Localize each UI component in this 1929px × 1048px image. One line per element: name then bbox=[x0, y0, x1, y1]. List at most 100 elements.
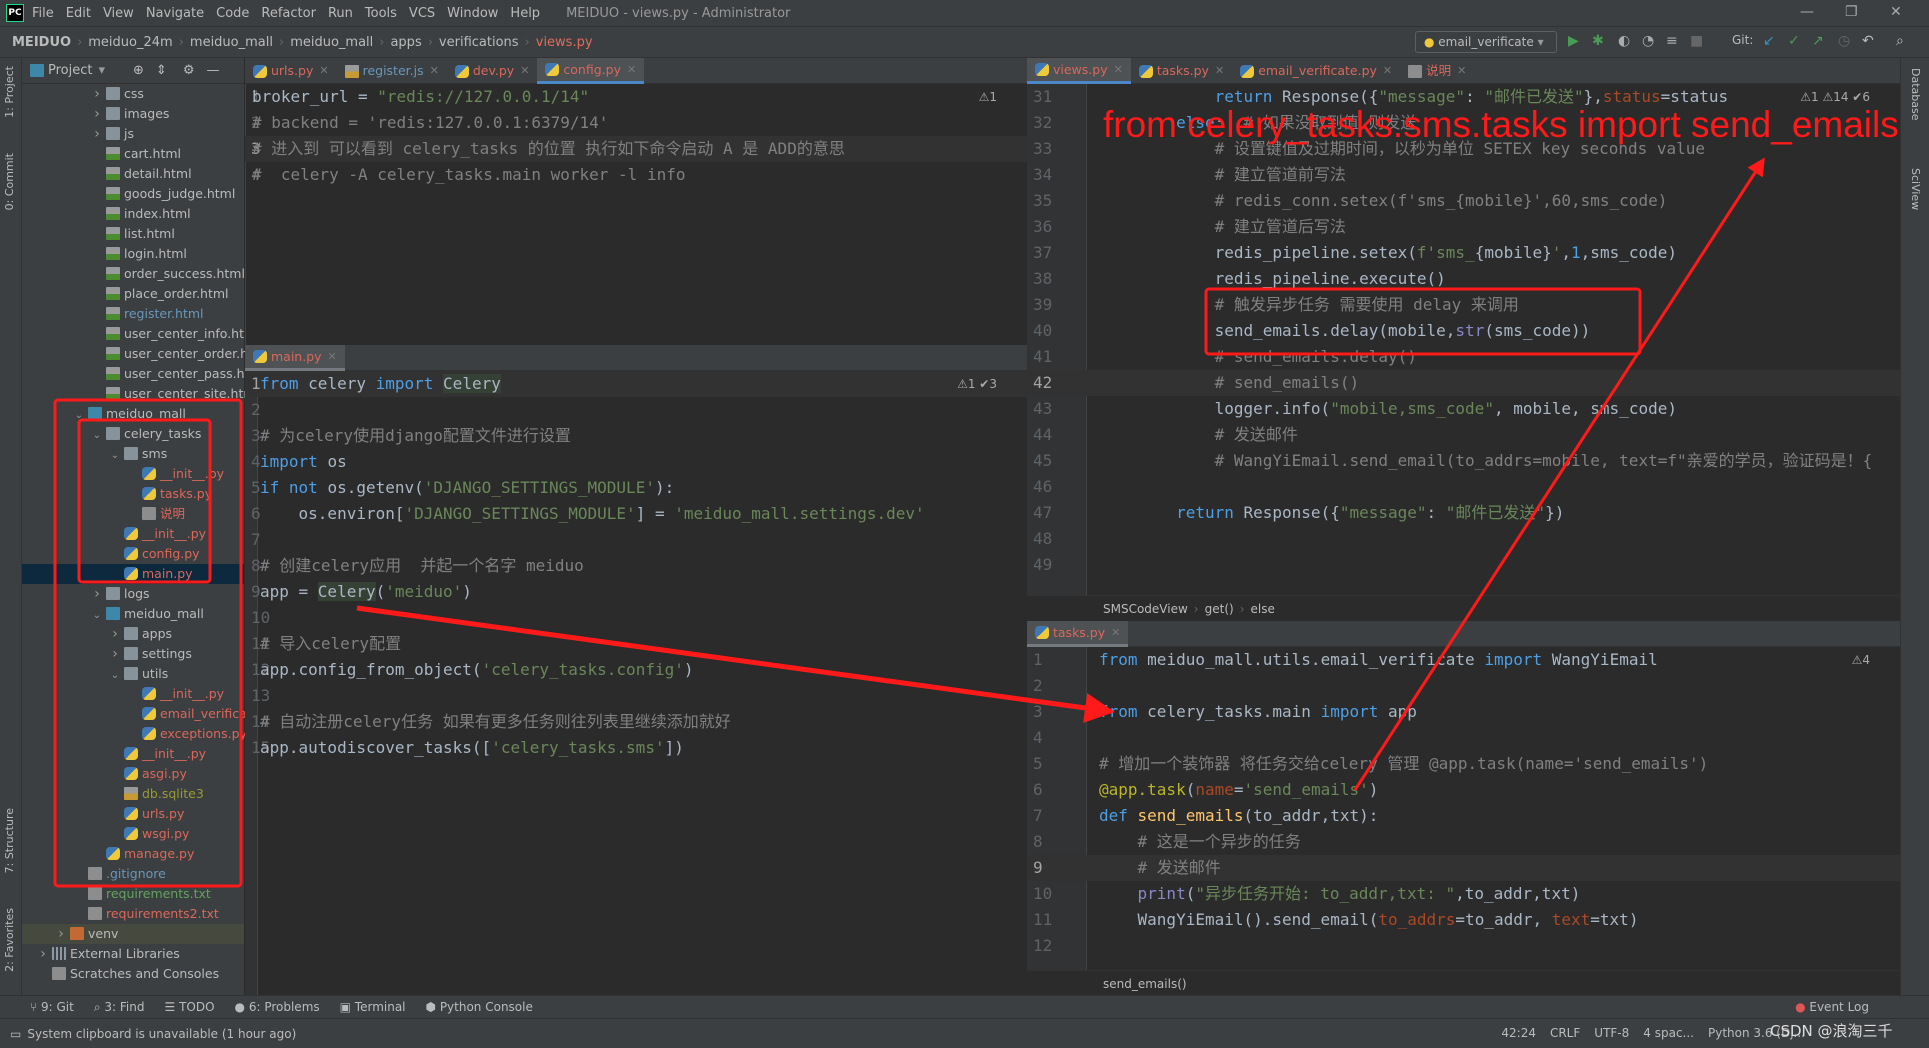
tree-item[interactable]: wsgi.py bbox=[22, 824, 244, 844]
code-line[interactable]: 6 @app.task(name='send_emails') bbox=[1027, 777, 1900, 803]
tool-window-3-find[interactable]: ⌕ 3: Find bbox=[94, 1000, 145, 1015]
code-breadcrumb-item[interactable]: SMSCodeView bbox=[1103, 602, 1188, 616]
chevron-down-icon[interactable]: ⌄ bbox=[88, 606, 106, 626]
code-line[interactable]: 4 bbox=[1027, 725, 1900, 751]
file-encoding[interactable]: UTF-8 bbox=[1594, 1026, 1629, 1040]
menu-file[interactable]: File bbox=[32, 6, 54, 21]
rollback-icon[interactable]: ↶ bbox=[1862, 33, 1874, 49]
close-tab-icon[interactable]: ✕ bbox=[328, 344, 337, 370]
tool-window-terminal[interactable]: ▣ Terminal bbox=[340, 1000, 406, 1014]
tab-tasks-py[interactable]: tasks.py ✕ bbox=[1027, 620, 1129, 647]
code-line[interactable]: 35 # redis_conn.setex(f'sms_{mobile}',60… bbox=[1027, 188, 1900, 214]
code-line[interactable]: 15 app.autodiscover_tasks(['celery_tasks.… bbox=[245, 735, 1027, 761]
chevron-right-icon[interactable]: › bbox=[106, 644, 124, 664]
tree-item[interactable]: index.html bbox=[22, 204, 244, 224]
breadcrumb-item[interactable]: meiduo_mall bbox=[290, 35, 373, 50]
tree-item[interactable]: __init__.py bbox=[22, 464, 244, 484]
maximize-button[interactable]: ❐ bbox=[1845, 4, 1858, 20]
tab-email_verificate-py[interactable]: email_verificate.py ✕ bbox=[1232, 58, 1400, 84]
tree-item[interactable]: main.py bbox=[22, 564, 244, 584]
code-line[interactable]: 39 # 触发异步任务 需要使用 delay 来调用 bbox=[1027, 292, 1900, 318]
structure-tool-button[interactable]: 7: Structure bbox=[3, 808, 16, 873]
code-line[interactable]: 40 send_emails.delay(mobile,str(sms_code… bbox=[1027, 318, 1900, 344]
tree-item[interactable]: ⌄ meiduo_mall bbox=[22, 604, 244, 624]
code-line[interactable]: 47 return Response({"message": "邮件已发送"}) bbox=[1027, 500, 1900, 526]
views-editor[interactable]: 31 return Response({"message": "邮件已发送"},… bbox=[1027, 84, 1900, 595]
inspection-widget[interactable]: ⚠1 ✔3 bbox=[957, 377, 997, 391]
code-line[interactable]: 44 # 发送邮件 bbox=[1027, 422, 1900, 448]
chevron-down-icon[interactable]: ▾ bbox=[98, 63, 105, 78]
status-message[interactable]: System clipboard is unavailable (1 hour … bbox=[27, 1027, 296, 1041]
tree-item[interactable]: ⌄ utils bbox=[22, 664, 244, 684]
tab-register-js[interactable]: register.js ✕ bbox=[337, 58, 447, 84]
code-line[interactable]: 42 # send_emails() bbox=[1027, 370, 1900, 396]
code-line[interactable]: 14 # 自动注册celery任务 如果有更多任务则往列表里继续添加就好 bbox=[245, 709, 1027, 735]
code-line[interactable]: 1 from meiduo_mall.utils.email_verificate… bbox=[1027, 647, 1900, 673]
tree-item[interactable]: place_order.html bbox=[22, 284, 244, 304]
menu-tools[interactable]: Tools bbox=[365, 6, 397, 21]
git-push-icon[interactable]: ↗ bbox=[1812, 33, 1824, 49]
tree-item[interactable]: user_center_info.html bbox=[22, 324, 260, 344]
chevron-down-icon[interactable]: ⌄ bbox=[106, 666, 124, 686]
tasks-editor[interactable]: 1 from meiduo_mall.utils.email_verificate… bbox=[1027, 647, 1900, 970]
tree-item[interactable]: user_center_pass.html bbox=[22, 364, 265, 384]
code-line[interactable]: 3 from celery_tasks.main import app bbox=[1027, 699, 1900, 725]
code-line[interactable]: 46 bbox=[1027, 474, 1900, 500]
tab-views-py[interactable]: views.py ✕ bbox=[1027, 58, 1131, 84]
code-line[interactable]: 34 # 建立管道前写法 bbox=[1027, 162, 1900, 188]
tree-item[interactable]: › images bbox=[22, 104, 244, 124]
code-line[interactable]: 6 os.environ['DJANGO_SETTINGS_MODULE'] =… bbox=[245, 501, 1027, 527]
tool-window-6-problems[interactable]: ● 6: Problems bbox=[235, 1000, 320, 1014]
tree-item[interactable]: email_verificate.py bbox=[22, 704, 279, 724]
config-editor[interactable]: 1 broker_url = "redis://127.0.0.1/14" 2 # b… bbox=[245, 84, 1027, 345]
close-tab-icon[interactable]: ✕ bbox=[1111, 620, 1120, 646]
menu-refactor[interactable]: Refactor bbox=[261, 6, 316, 21]
code-line[interactable]: 5 # 增加一个装饰器 将任务交给celery 管理 @app.task(name… bbox=[1027, 751, 1900, 777]
tree-item[interactable]: › js bbox=[22, 124, 244, 144]
chevron-right-icon[interactable]: › bbox=[88, 584, 106, 604]
tree-item[interactable]: user_center_order.html bbox=[22, 344, 269, 364]
tree-item[interactable]: ⌄ celery_tasks bbox=[22, 424, 244, 444]
tree-item[interactable]: detail.html bbox=[22, 164, 244, 184]
chevron-down-icon[interactable]: ⌄ bbox=[106, 446, 124, 466]
close-tab-icon[interactable]: ✕ bbox=[1383, 58, 1392, 84]
code-line[interactable]: 12 bbox=[1027, 933, 1900, 959]
code-line[interactable]: 9 app = Celery('meiduo') bbox=[245, 579, 1027, 605]
tree-item[interactable]: 说明 bbox=[22, 504, 244, 524]
tree-item[interactable]: ⌄ meiduo_mall bbox=[22, 404, 244, 424]
code-line[interactable]: 36 # 建立管道后写法 bbox=[1027, 214, 1900, 240]
git-update-icon[interactable]: ↙ bbox=[1763, 33, 1775, 49]
tree-item[interactable]: asgi.py bbox=[22, 764, 244, 784]
code-line[interactable]: 9 # 发送邮件 bbox=[1027, 855, 1900, 881]
tree-item[interactable]: tasks.py bbox=[22, 484, 244, 504]
git-commit-icon[interactable]: ✓ bbox=[1788, 33, 1800, 49]
chevron-right-icon[interactable]: › bbox=[88, 124, 106, 144]
tab-tasks-py[interactable]: tasks.py ✕ bbox=[1131, 58, 1232, 84]
code-line[interactable]: 4 # celery -A celery_tasks.main worker -l… bbox=[245, 162, 1027, 188]
run-config-select[interactable]: ● email_verificate ▾ bbox=[1415, 31, 1557, 53]
indent-setting[interactable]: 4 spac... bbox=[1643, 1026, 1694, 1040]
tree-item[interactable]: manage.py bbox=[22, 844, 244, 864]
chevron-down-icon[interactable]: ⌄ bbox=[88, 426, 106, 446]
tree-item[interactable]: config.py bbox=[22, 544, 244, 564]
gear-icon[interactable]: ⚙ bbox=[183, 63, 195, 78]
code-line[interactable]: 2 # backend = 'redis:127.0.0.1:6379/14' bbox=[245, 110, 1027, 136]
tree-item[interactable]: › css bbox=[22, 84, 244, 104]
code-line[interactable]: 7 def send_emails(to_addr,txt): bbox=[1027, 803, 1900, 829]
menu-code[interactable]: Code bbox=[216, 6, 249, 21]
sciview-tool-button[interactable]: SciView bbox=[1909, 168, 1922, 210]
menu-help[interactable]: Help bbox=[510, 6, 540, 21]
close-tab-icon[interactable]: ✕ bbox=[1457, 58, 1466, 84]
tree-item[interactable]: › External Libraries bbox=[22, 944, 244, 964]
code-line[interactable]: 41 # send_emails.delay() bbox=[1027, 344, 1900, 370]
tree-item[interactable]: order_success.html bbox=[22, 264, 245, 284]
chevron-right-icon[interactable]: › bbox=[106, 624, 124, 644]
commit-tool-button[interactable]: 0: Commit bbox=[3, 153, 16, 210]
collapse-all-icon[interactable]: ⇕ bbox=[156, 63, 167, 78]
tree-item[interactable]: .gitignore bbox=[22, 864, 244, 884]
menu-navigate[interactable]: Navigate bbox=[146, 6, 204, 21]
tree-item[interactable]: requirements.txt bbox=[22, 884, 244, 904]
code-line[interactable]: 10 print("异步任务开始: to_addr,txt: ",to_addr… bbox=[1027, 881, 1900, 907]
code-line[interactable]: 11 WangYiEmail().send_email(to_addrs=to_… bbox=[1027, 907, 1900, 933]
code-line[interactable]: 48 bbox=[1027, 526, 1900, 552]
